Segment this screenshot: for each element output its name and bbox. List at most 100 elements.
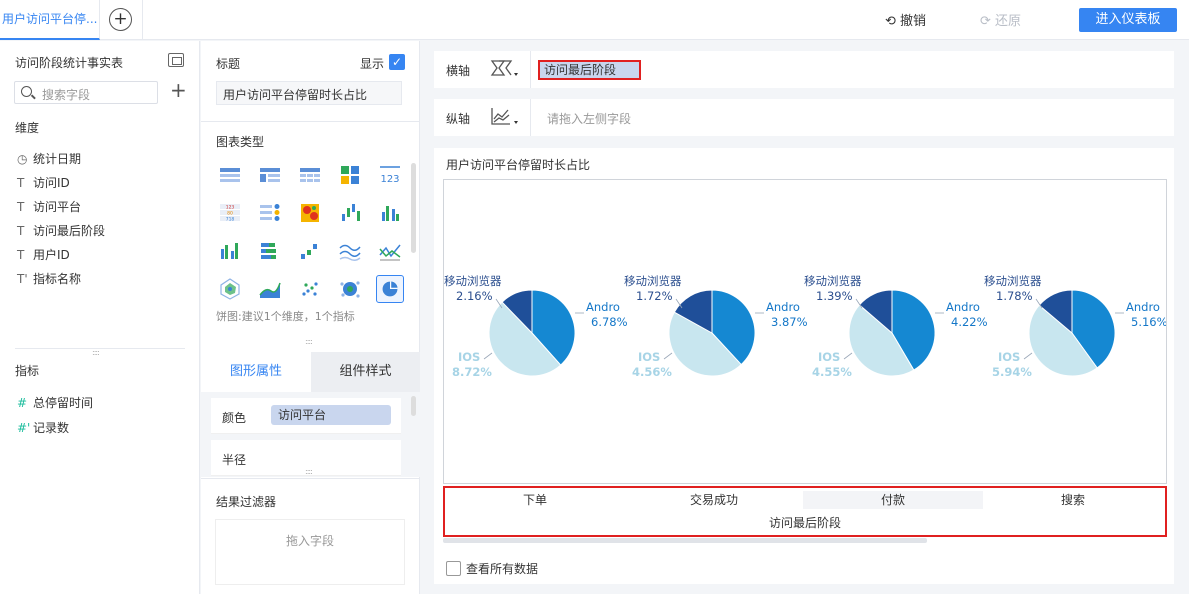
chart-title-input[interactable]: 用户访问平台停留时长占比 bbox=[216, 81, 402, 105]
show-title-checkbox[interactable]: ✓ bbox=[389, 54, 405, 70]
redo-icon: ⟳ bbox=[980, 14, 996, 29]
bubble-chart-icon[interactable] bbox=[336, 275, 364, 303]
chart-type-scrollbar[interactable] bbox=[411, 163, 416, 253]
category-label: 付款 bbox=[803, 491, 983, 509]
svg-text:123: 123 bbox=[380, 174, 399, 185]
filter-drop-zone[interactable]: 拖入字段 bbox=[215, 519, 405, 585]
slice-value: 1.39% bbox=[816, 289, 853, 303]
kpi-number-icon[interactable]: 123 bbox=[376, 161, 404, 189]
property-scrollbar[interactable] bbox=[411, 396, 416, 416]
slice-label: IOS bbox=[998, 350, 1021, 364]
slice-label: Andro bbox=[766, 300, 800, 314]
field-item[interactable]: ◷ 统计日期 bbox=[17, 150, 81, 167]
show-title-label: 显示 bbox=[360, 57, 385, 71]
heatmap-icon[interactable] bbox=[296, 199, 324, 227]
color-property-row[interactable]: 颜色 访问平台 bbox=[211, 398, 401, 434]
range-bar-icon[interactable] bbox=[296, 237, 324, 265]
color-field-chip[interactable]: 访问平台 bbox=[271, 405, 391, 425]
y-axis-placeholder[interactable]: 请拖入左侧字段 bbox=[547, 110, 631, 127]
field-item[interactable]: T' 指标名称 bbox=[17, 270, 81, 287]
checkbox-box bbox=[446, 561, 461, 576]
x-axis-type-icon[interactable] bbox=[489, 58, 519, 80]
field-item[interactable]: # 总停留时间 bbox=[17, 394, 93, 411]
waterfall-chart-icon[interactable] bbox=[336, 199, 364, 227]
enter-dashboard-button[interactable]: 进入仪表板 bbox=[1079, 8, 1177, 32]
pie-1[interactable]: 移动浏览器 1.72% Andro 3.87% IOS 4.56% bbox=[624, 260, 808, 400]
chart-horizontal-scrollbar[interactable] bbox=[443, 538, 927, 543]
slice-label: IOS bbox=[818, 350, 841, 364]
line-chart-icon[interactable] bbox=[376, 237, 404, 265]
slice-label: Andro bbox=[586, 300, 620, 314]
pie-3[interactable]: 移动浏览器 1.78% Andro 5.16% IOS 5.94% bbox=[984, 260, 1167, 400]
resize-handle[interactable]: :::: bbox=[92, 348, 100, 357]
chart-title: 用户访问平台停留时长占比 bbox=[446, 158, 591, 172]
slice-value: 1.78% bbox=[996, 289, 1033, 303]
undo-button[interactable]: ⟲ 撤销 bbox=[885, 10, 926, 29]
top-bar: 用户访问平台停... + ⟲ 撤销 ⟳ 还原 进入仪表板 bbox=[0, 0, 1189, 40]
property-tabs: 图形属性 组件样式 bbox=[201, 352, 420, 392]
y-axis-type-icon[interactable] bbox=[489, 106, 519, 128]
stacked-bar-icon[interactable] bbox=[256, 237, 284, 265]
bar-chart-icon[interactable] bbox=[376, 199, 404, 227]
leader-line bbox=[843, 352, 853, 360]
leader-line bbox=[663, 352, 673, 360]
resize-handle[interactable]: :::: bbox=[305, 467, 313, 476]
divider bbox=[530, 99, 531, 136]
property-area: 颜色 访问平台 半径 bbox=[201, 392, 420, 477]
hash-icon: #' bbox=[17, 421, 31, 435]
text-icon: T bbox=[17, 224, 25, 238]
tab-component-style[interactable]: 组件样式 bbox=[311, 352, 420, 392]
slice-value: 3.87% bbox=[771, 315, 808, 329]
field-item[interactable]: T 访问ID bbox=[17, 174, 70, 191]
search-input[interactable]: 搜索字段 bbox=[14, 81, 158, 104]
svg-text:123: 123 bbox=[226, 205, 235, 211]
slice-value: 5.16% bbox=[1131, 315, 1167, 329]
svg-text:718: 718 bbox=[226, 217, 235, 223]
number-table-icon[interactable]: 12380718 bbox=[216, 199, 244, 227]
tab-current-analysis[interactable]: 用户访问平台停... bbox=[0, 0, 100, 40]
slice-value: 4.22% bbox=[951, 315, 988, 329]
field-item[interactable]: T 访问平台 bbox=[17, 198, 81, 215]
chart-canvas[interactable]: 移动浏览器 2.16% Andro 6.78% IOS 8.72% 移动浏览器 1.72% An… bbox=[443, 179, 1167, 484]
view-all-data-checkbox[interactable]: 查看所有数据 bbox=[446, 560, 538, 577]
dot-table-icon[interactable] bbox=[256, 199, 284, 227]
redo-button[interactable]: ⟳ 还原 bbox=[980, 10, 1021, 29]
y-axis-row: 纵轴 请拖入左侧字段 bbox=[434, 99, 1174, 136]
tab-graphic-properties[interactable]: 图形属性 bbox=[201, 352, 311, 392]
title-heading: 标题 bbox=[216, 57, 241, 71]
scatter-chart-icon[interactable] bbox=[296, 275, 324, 303]
field-item[interactable]: T 访问最后阶段 bbox=[17, 222, 105, 239]
color-label: 颜色 bbox=[222, 411, 247, 425]
area-chart-icon[interactable] bbox=[256, 275, 284, 303]
add-field-icon[interactable]: + bbox=[170, 80, 187, 100]
view-all-label: 查看所有数据 bbox=[466, 562, 539, 576]
category-label: 下单 bbox=[522, 493, 547, 507]
grouped-bar-icon[interactable] bbox=[216, 237, 244, 265]
divider bbox=[142, 0, 143, 40]
cross-table-icon[interactable] bbox=[296, 161, 324, 189]
search-icon bbox=[21, 86, 32, 97]
radius-label: 半径 bbox=[222, 453, 247, 467]
switch-table-icon[interactable] bbox=[168, 53, 184, 67]
chart-editor: 横轴 访问最后阶段 纵轴 请拖入左侧字段 用户访问平台停留时长占比 移动浏览器 2… bbox=[421, 41, 1189, 594]
slice-label: Andro bbox=[1126, 300, 1160, 314]
x-axis-field-chip[interactable]: 访问最后阶段 bbox=[538, 60, 641, 80]
text-icon: T bbox=[17, 176, 25, 190]
result-filter-heading: 结果过滤器 bbox=[216, 495, 277, 509]
category-axis-title: 访问最后阶段 bbox=[768, 516, 841, 530]
slice-label: IOS bbox=[458, 350, 481, 364]
group-table-icon[interactable] bbox=[256, 161, 284, 189]
x-axis-label: 横轴 bbox=[446, 64, 471, 78]
resize-handle[interactable]: :::: bbox=[305, 337, 313, 346]
multi-line-icon[interactable] bbox=[336, 237, 364, 265]
field-item[interactable]: #' 记录数 bbox=[17, 419, 69, 436]
add-tab-icon[interactable]: + bbox=[109, 8, 132, 31]
pie-0[interactable]: 移动浏览器 2.16% Andro 6.78% IOS 8.72% bbox=[444, 260, 628, 400]
pie-2[interactable]: 移动浏览器 1.39% Andro 4.22% IOS 4.55% bbox=[804, 260, 988, 400]
table-icon[interactable] bbox=[216, 161, 244, 189]
pie-chart-icon[interactable] bbox=[376, 275, 404, 303]
slice-label: 移动浏览器 bbox=[984, 274, 1042, 288]
radar-chart-icon[interactable] bbox=[216, 275, 244, 303]
field-item[interactable]: T 用户ID bbox=[17, 246, 70, 263]
color-table-icon[interactable] bbox=[336, 161, 364, 189]
